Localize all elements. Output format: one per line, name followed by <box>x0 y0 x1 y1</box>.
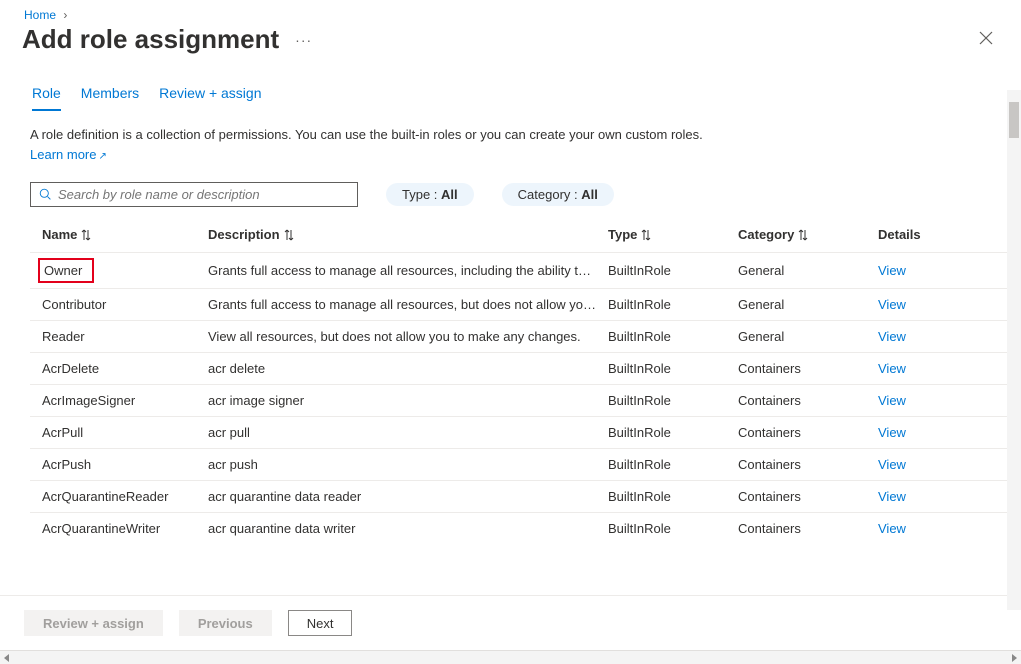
role-type: BuiltInRole <box>608 489 738 504</box>
table-row[interactable]: AcrQuarantineReader acr quarantine data r… <box>30 480 1015 512</box>
table-row[interactable]: AcrPush acr pushBuiltInRoleContainersView <box>30 448 1015 480</box>
role-type: BuiltInRole <box>608 297 738 312</box>
table-header: Name Description Type Category Details <box>30 217 1015 252</box>
breadcrumb: Home › <box>0 0 1021 24</box>
more-actions-icon[interactable]: ··· <box>295 32 312 48</box>
learn-more-link[interactable]: Learn more↗ <box>30 147 107 162</box>
vertical-scrollbar[interactable] <box>1007 90 1021 610</box>
view-link[interactable]: View <box>878 457 906 472</box>
role-description: View all resources, but does not allow y… <box>208 329 608 344</box>
column-type[interactable]: Type <box>608 227 738 242</box>
role-description: acr delete <box>208 361 608 376</box>
roles-table: Name Description Type Category Details O… <box>30 217 1015 544</box>
sort-icon <box>81 229 91 241</box>
table-row[interactable]: Reader View all resources, but does not a… <box>30 320 1015 352</box>
role-category: General <box>738 263 878 278</box>
column-category[interactable]: Category <box>738 227 878 242</box>
role-description: acr image signer <box>208 393 608 408</box>
role-category: Containers <box>738 457 878 472</box>
view-link[interactable]: View <box>878 361 906 376</box>
breadcrumb-home-link[interactable]: Home <box>24 8 56 22</box>
page-title: Add role assignment <box>22 24 279 55</box>
role-name: AcrImageSigner <box>42 393 135 408</box>
intro-copy: A role definition is a collection of per… <box>30 127 703 142</box>
footer: Review + assign Previous Next <box>0 595 1021 650</box>
chevron-right-icon: › <box>63 8 67 22</box>
search-box[interactable] <box>30 182 358 207</box>
column-details: Details <box>878 227 1005 242</box>
role-name: Reader <box>42 329 85 344</box>
role-type: BuiltInRole <box>608 263 738 278</box>
role-type: BuiltInRole <box>608 329 738 344</box>
role-category: Containers <box>738 425 878 440</box>
view-link[interactable]: View <box>878 263 906 278</box>
role-description: acr quarantine data reader <box>208 489 608 504</box>
sort-icon <box>641 229 651 241</box>
role-description: Grants full access to manage all resourc… <box>208 263 608 278</box>
table-row[interactable]: Contributor Grants full access to manage … <box>30 288 1015 320</box>
table-row[interactable]: AcrPull acr pullBuiltInRoleContainersView <box>30 416 1015 448</box>
view-link[interactable]: View <box>878 329 906 344</box>
role-name: AcrQuarantineReader <box>42 489 168 504</box>
tab-review-assign[interactable]: Review + assign <box>159 85 261 111</box>
previous-button[interactable]: Previous <box>179 610 272 636</box>
role-name: AcrPush <box>42 457 91 472</box>
role-category: Containers <box>738 393 878 408</box>
tab-role[interactable]: Role <box>32 85 61 111</box>
role-description: acr pull <box>208 425 608 440</box>
role-category: General <box>738 329 878 344</box>
role-description: acr push <box>208 457 608 472</box>
table-row[interactable]: AcrDelete acr deleteBuiltInRoleContainers… <box>30 352 1015 384</box>
view-link[interactable]: View <box>878 521 906 536</box>
scrollbar-thumb[interactable] <box>1009 102 1019 138</box>
column-description[interactable]: Description <box>208 227 608 242</box>
page-header: Add role assignment ··· <box>0 24 1021 65</box>
filter-row: Type : All Category : All <box>0 178 1015 217</box>
role-name: AcrQuarantineWriter <box>42 521 160 536</box>
search-input[interactable] <box>52 187 349 202</box>
role-name: Contributor <box>42 297 106 312</box>
role-category: Containers <box>738 489 878 504</box>
role-type: BuiltInRole <box>608 393 738 408</box>
role-name: Owner <box>38 258 94 283</box>
intro-text: A role definition is a collection of per… <box>0 111 1015 178</box>
role-type: BuiltInRole <box>608 457 738 472</box>
close-icon <box>979 31 993 45</box>
role-type: BuiltInRole <box>608 521 738 536</box>
role-name: AcrDelete <box>42 361 99 376</box>
table-row[interactable]: Owner Grants full access to manage all re… <box>30 252 1015 288</box>
filter-category-pill[interactable]: Category : All <box>502 183 614 206</box>
filter-type-pill[interactable]: Type : All <box>386 183 474 206</box>
view-link[interactable]: View <box>878 297 906 312</box>
tabs: Role Members Review + assign <box>0 65 1015 111</box>
next-button[interactable]: Next <box>288 610 353 636</box>
role-name: AcrPull <box>42 425 83 440</box>
column-name[interactable]: Name <box>42 227 208 242</box>
external-link-icon: ↗ <box>98 151 106 162</box>
role-type: BuiltInRole <box>608 361 738 376</box>
view-link[interactable]: View <box>878 489 906 504</box>
search-icon <box>39 188 52 201</box>
horizontal-scrollbar[interactable] <box>0 650 1021 664</box>
table-row[interactable]: AcrImageSigner acr image signerBuiltInRol… <box>30 384 1015 416</box>
review-assign-button[interactable]: Review + assign <box>24 610 163 636</box>
view-link[interactable]: View <box>878 425 906 440</box>
role-description: Grants full access to manage all resourc… <box>208 297 608 312</box>
table-row[interactable]: AcrQuarantineWriter acr quarantine data w… <box>30 512 1015 544</box>
role-category: General <box>738 297 878 312</box>
role-category: Containers <box>738 361 878 376</box>
sort-icon <box>284 229 294 241</box>
role-category: Containers <box>738 521 878 536</box>
sort-icon <box>798 229 808 241</box>
tab-members[interactable]: Members <box>81 85 139 111</box>
close-button[interactable] <box>973 25 999 54</box>
role-description: acr quarantine data writer <box>208 521 608 536</box>
view-link[interactable]: View <box>878 393 906 408</box>
role-type: BuiltInRole <box>608 425 738 440</box>
